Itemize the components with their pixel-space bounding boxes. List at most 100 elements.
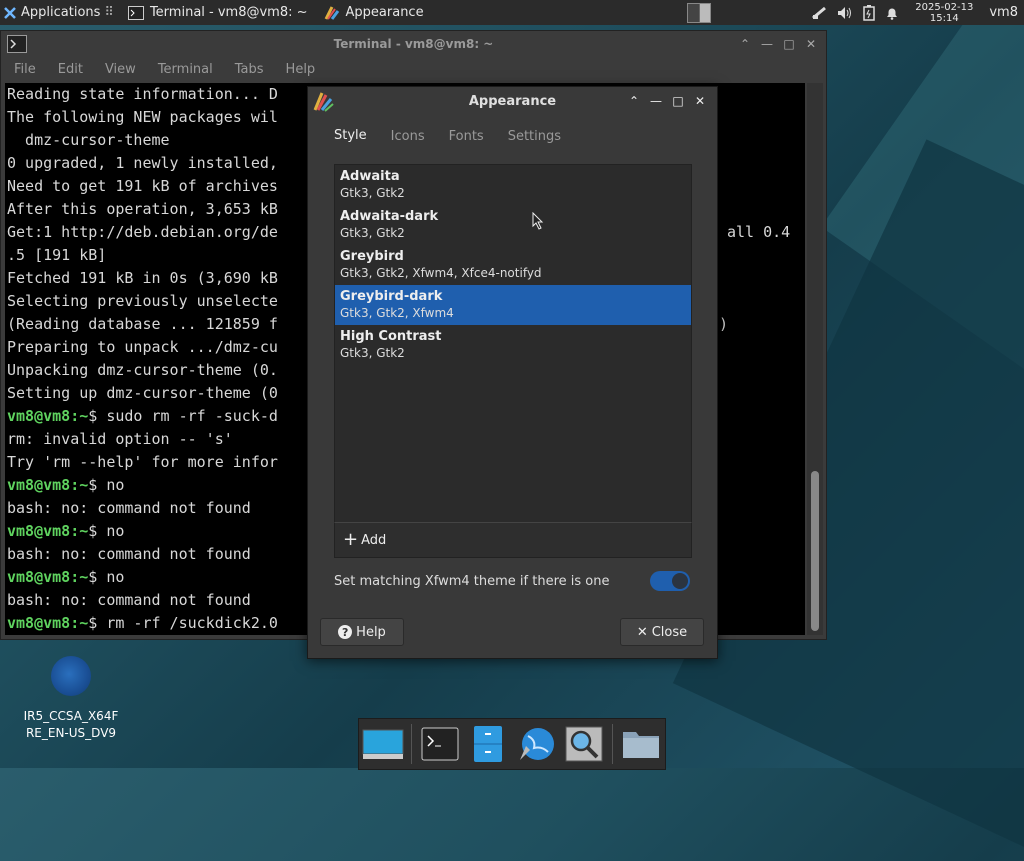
minimize-icon[interactable]: — (756, 37, 778, 51)
system-tray: 2025-02-13 15:14 vm8 (811, 0, 1024, 25)
taskbar-item-label: Appearance (345, 5, 424, 20)
menu-help[interactable]: Help (286, 62, 316, 77)
close-icon[interactable]: ✕ (689, 94, 711, 108)
appearance-titlebar[interactable]: Appearance ⌃ — □ ✕ (308, 87, 717, 115)
match-xfwm4-label: Set matching Xfwm4 theme if there is one (334, 573, 610, 589)
close-icon[interactable]: ✕ (800, 37, 822, 51)
file-cabinet-icon (473, 726, 502, 762)
close-label: Close (651, 624, 688, 640)
clock-date: 2025-02-13 (915, 1, 974, 13)
user-menu[interactable]: vm8 (989, 5, 1018, 20)
terminal-icon (421, 727, 459, 761)
close-button[interactable]: ✕ Close (620, 618, 704, 646)
taskbar-item-appearance[interactable]: Appearance (316, 0, 432, 25)
theme-name: Greybird-dark (340, 289, 443, 304)
theme-support: Gtk3, Gtk2 (340, 186, 405, 200)
terminal-title: Terminal - vm8@vm8: ~ (333, 37, 494, 51)
web-browser-icon (520, 728, 554, 760)
applications-menu-label: Applications (21, 5, 101, 20)
maximize-icon[interactable]: □ (778, 37, 800, 51)
list-item[interactable]: Adwaita-dark Gtk3, Gtk2 (335, 205, 691, 245)
dock-search[interactable] (560, 719, 608, 769)
clock[interactable]: 2025-02-13 15:14 (909, 2, 979, 24)
close-icon: ✕ (636, 624, 648, 640)
help-icon: ? (338, 625, 353, 639)
appearance-icon (324, 5, 339, 20)
help-button[interactable]: ? Help (320, 618, 404, 646)
optical-disc-icon (51, 656, 91, 696)
plus-icon: + (343, 529, 359, 550)
dock (358, 718, 666, 770)
terminal-icon (127, 5, 144, 20)
maximize-icon[interactable]: □ (667, 94, 689, 108)
theme-support: Gtk3, Gtk2, Xfwm4 (340, 306, 454, 320)
search-icon (565, 726, 603, 762)
menu-tabs[interactable]: Tabs (235, 62, 264, 77)
shell-prompt: vm8@vm8:~ (7, 476, 89, 494)
desktop-icon-disc[interactable]: IR5_CCSA_X64FRE_EN-US_DV9 (22, 656, 120, 742)
minimize-icon[interactable]: — (645, 94, 667, 108)
appearance-dialog: Appearance ⌃ — □ ✕ Style Icons Fonts Set… (307, 86, 718, 659)
tab-icons[interactable]: Icons (379, 123, 437, 150)
notification-bell-icon[interactable] (885, 6, 899, 20)
match-xfwm4-row: Set matching Xfwm4 theme if there is one (334, 567, 690, 595)
match-xfwm4-toggle[interactable] (650, 571, 690, 591)
network-icon[interactable] (811, 6, 827, 20)
menu-edit[interactable]: Edit (58, 62, 83, 77)
theme-name: Greybird (340, 249, 404, 264)
workspace-switcher[interactable] (687, 2, 712, 23)
menu-file[interactable]: File (14, 62, 36, 77)
menu-terminal[interactable]: Terminal (158, 62, 213, 77)
terminal-menubar: File Edit View Terminal Tabs Help (1, 57, 826, 81)
dock-web-browser[interactable] (512, 719, 560, 769)
help-label: Help (356, 624, 386, 640)
tab-settings[interactable]: Settings (496, 123, 573, 150)
folder-icon (622, 732, 659, 758)
tab-style[interactable]: Style (322, 122, 379, 151)
list-item[interactable]: High Contrast Gtk3, Gtk2 (335, 325, 691, 365)
clock-time: 15:14 (929, 12, 959, 24)
battery-icon[interactable] (863, 4, 875, 21)
dock-file-manager[interactable] (617, 719, 665, 769)
scrollbar-thumb[interactable] (811, 471, 819, 631)
mouse-cursor-icon (532, 212, 544, 230)
dock-terminal[interactable] (416, 719, 464, 769)
terminal-titlebar[interactable]: Terminal - vm8@vm8: ~ ⌃ — □ ✕ (1, 31, 826, 57)
terminal-fragment: all 0.4 (727, 223, 791, 241)
theme-name: Adwaita-dark (340, 209, 439, 224)
menu-separator-icon: ⠿ (104, 5, 114, 20)
theme-support: Gtk3, Gtk2 (340, 346, 405, 360)
shell-prompt: vm8@vm8:~ (7, 522, 89, 540)
list-item-selected[interactable]: Greybird-dark Gtk3, Gtk2, Xfwm4 (335, 285, 691, 325)
dock-file-cabinet[interactable] (464, 719, 512, 769)
add-theme-button[interactable]: + Add (335, 529, 387, 550)
xfce-logo-icon (4, 6, 16, 19)
terminal-scrollbar[interactable] (807, 83, 823, 635)
taskbar-item-label: Terminal - vm8@vm8: ~ (149, 5, 308, 20)
tab-fonts[interactable]: Fonts (437, 123, 496, 150)
volume-icon[interactable] (837, 6, 853, 20)
shell-prompt: vm8@vm8:~ (7, 568, 89, 586)
shell-prompt: vm8@vm8:~ (7, 407, 89, 425)
theme-support: Gtk3, Gtk2, Xfwm4, Xfce4-notifyd (340, 266, 542, 280)
theme-name: Adwaita (340, 169, 400, 184)
theme-list: Adwaita Gtk3, Gtk2 Adwaita-dark Gtk3, Gt… (334, 164, 692, 524)
add-label: Add (361, 532, 387, 548)
roll-up-icon[interactable]: ⌃ (734, 37, 756, 51)
taskbar-item-terminal[interactable]: Terminal - vm8@vm8: ~ (120, 0, 316, 25)
menu-view[interactable]: View (105, 62, 136, 77)
show-desktop-icon (362, 729, 404, 759)
top-panel: Applications ⠿ Terminal - vm8@vm8: ~ App… (0, 0, 1024, 25)
dock-show-desktop[interactable] (359, 719, 407, 769)
theme-name: High Contrast (340, 329, 442, 344)
list-item[interactable]: Adwaita Gtk3, Gtk2 (335, 165, 691, 205)
roll-up-icon[interactable]: ⌃ (623, 94, 645, 108)
theme-support: Gtk3, Gtk2 (340, 226, 405, 240)
terminal-fragment: ) (719, 315, 729, 333)
list-item[interactable]: Greybird Gtk3, Gtk2, Xfwm4, Xfce4-notify… (335, 245, 691, 285)
applications-menu-button[interactable]: Applications ⠿ (0, 0, 120, 25)
theme-list-toolbar: + Add (334, 522, 692, 558)
shell-prompt: vm8@vm8:~ (7, 614, 89, 632)
appearance-tabs: Style Icons Fonts Settings (308, 121, 717, 151)
desktop-icon-label: IR5_CCSA_X64FRE_EN-US_DV9 (23, 709, 119, 740)
